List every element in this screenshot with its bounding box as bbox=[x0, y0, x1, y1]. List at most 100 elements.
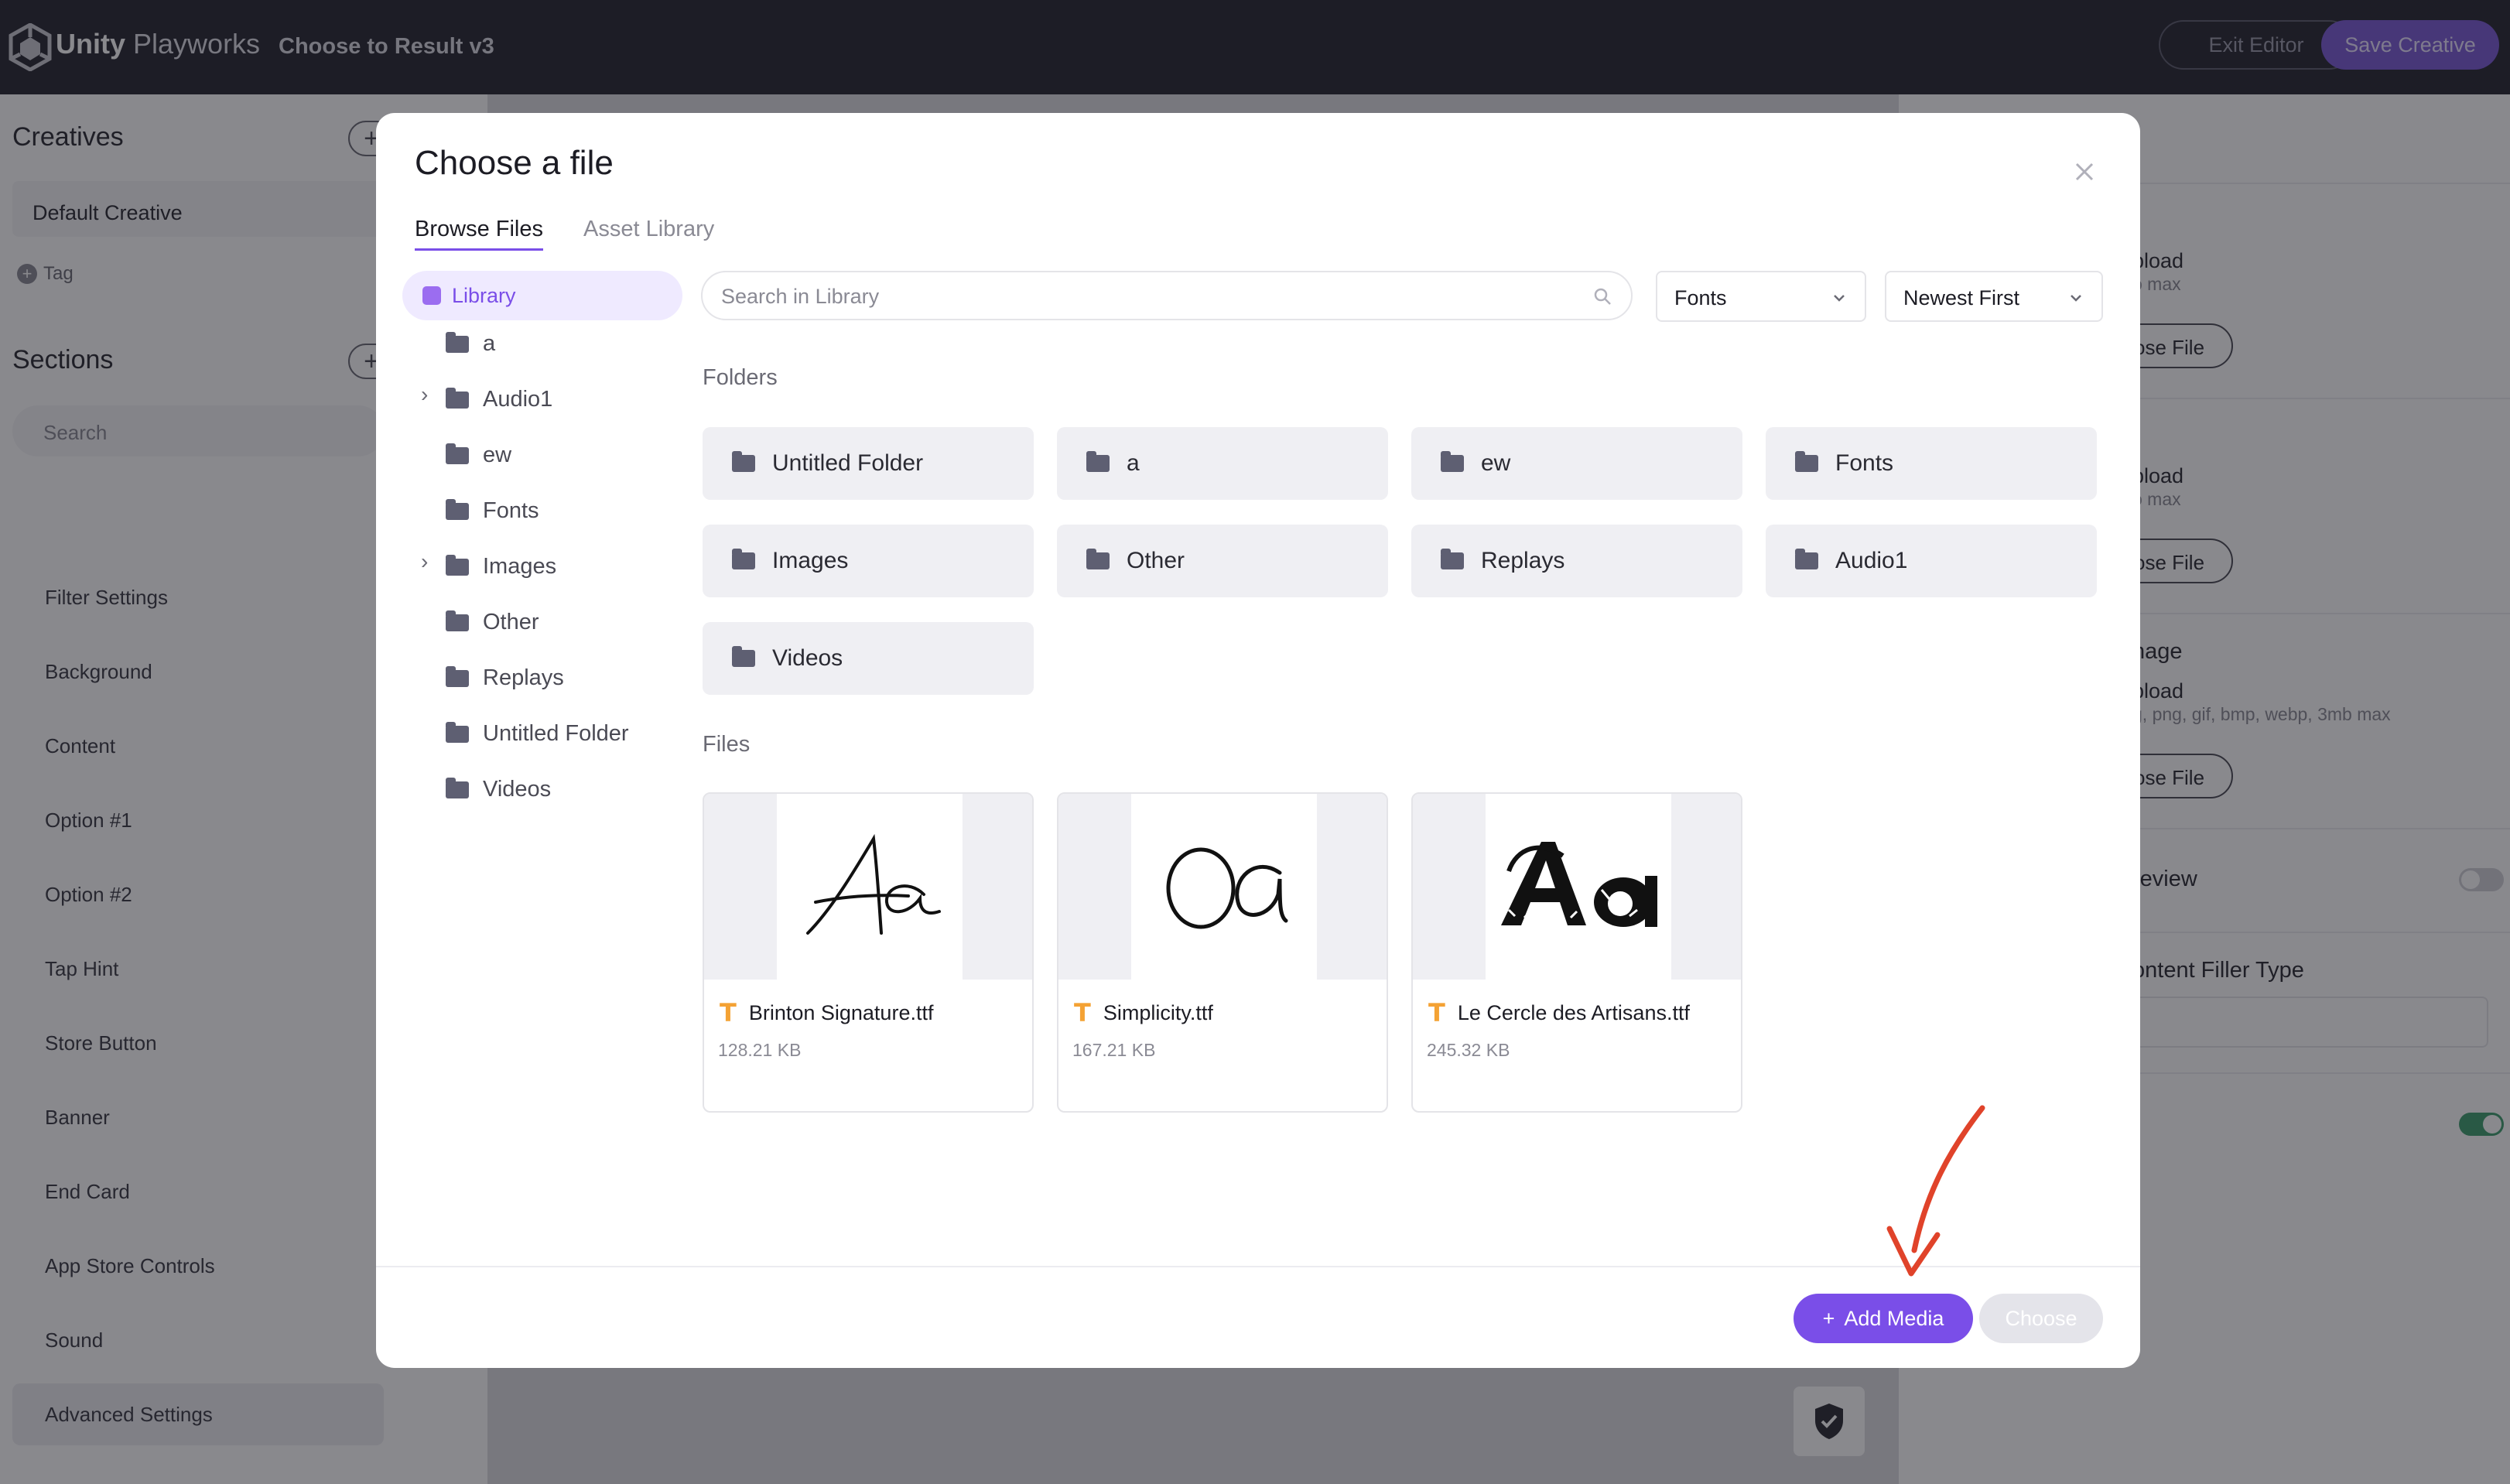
folders-section-label: Folders bbox=[703, 365, 778, 390]
folder-tile-label: Audio1 bbox=[1835, 548, 1908, 573]
folder-tile-untitled-folder[interactable]: Untitled Folder bbox=[703, 427, 1034, 500]
tree-item-label: Library bbox=[452, 283, 516, 307]
tree-item-label: Fonts bbox=[483, 498, 539, 523]
folder-icon bbox=[446, 387, 469, 409]
file-size: 167.21 KB bbox=[1072, 1040, 1156, 1060]
modal-title: Choose a file bbox=[415, 144, 614, 182]
folder-tile-label: Videos bbox=[772, 645, 843, 671]
font-file-icon: T bbox=[1074, 998, 1091, 1028]
folder-tile-label: a bbox=[1127, 450, 1140, 476]
font-file-icon: T bbox=[720, 998, 737, 1028]
folder-icon bbox=[446, 721, 469, 743]
folder-tile-label: Images bbox=[772, 548, 849, 573]
tab-asset-library[interactable]: Asset Library bbox=[583, 217, 714, 242]
tree-item-videos[interactable]: Videos bbox=[446, 777, 551, 802]
choose-button[interactable]: Choose bbox=[1979, 1294, 2103, 1343]
folder-tile-label: Fonts bbox=[1835, 450, 1894, 476]
chevron-right-icon[interactable]: › bbox=[421, 549, 428, 574]
tree-item-replays[interactable]: Replays bbox=[446, 665, 564, 691]
tree-item-a[interactable]: a bbox=[446, 331, 495, 357]
font-preview bbox=[704, 794, 1032, 980]
font-preview-glyphs bbox=[1166, 847, 1288, 929]
file-name: T Brinton Signature.ttf bbox=[720, 998, 933, 1028]
annotation-arrow-icon bbox=[1886, 1105, 1985, 1277]
folder-icon bbox=[446, 610, 469, 631]
folder-icon bbox=[1441, 549, 1464, 569]
tree-item-label: Images bbox=[483, 554, 557, 579]
folder-tile-videos[interactable]: Videos bbox=[703, 622, 1034, 695]
files-section-label: Files bbox=[703, 732, 751, 757]
tree-item-ew[interactable]: ew bbox=[446, 443, 511, 468]
tree-item-untitled-folder[interactable]: Untitled Folder bbox=[446, 721, 629, 747]
folder-tile-a[interactable]: a bbox=[1057, 427, 1388, 500]
file-card[interactable]: T Le Cercle des Artisans.ttf 245.32 KB bbox=[1411, 792, 1742, 1113]
plus-icon: + bbox=[1822, 1306, 1835, 1330]
folder-tile-label: Other bbox=[1127, 548, 1185, 573]
folder-icon bbox=[1086, 451, 1110, 472]
sort-value: Newest First bbox=[1903, 286, 2020, 309]
folder-tile-other[interactable]: Other bbox=[1057, 525, 1388, 597]
sort-select[interactable]: Newest First bbox=[1885, 271, 2103, 322]
folder-icon bbox=[446, 777, 469, 798]
file-name-text: Simplicity.ttf bbox=[1103, 1000, 1213, 1024]
folder-icon bbox=[732, 549, 755, 569]
folder-tile-fonts[interactable]: Fonts bbox=[1766, 427, 2097, 500]
folder-icon bbox=[732, 646, 755, 667]
font-preview-glyphs bbox=[1501, 842, 1657, 927]
tree-item-images[interactable]: Images bbox=[446, 554, 556, 580]
search-icon bbox=[1594, 288, 1611, 305]
tab-browse-files[interactable]: Browse Files bbox=[415, 217, 543, 251]
file-name: T Simplicity.ttf bbox=[1074, 998, 1213, 1028]
folder-icon bbox=[1795, 549, 1818, 569]
file-card[interactable]: T Brinton Signature.ttf 128.21 KB bbox=[703, 792, 1034, 1113]
tree-item-label: Other bbox=[483, 610, 539, 634]
chevron-down-icon bbox=[1834, 295, 1845, 302]
folder-icon bbox=[732, 451, 755, 472]
add-media-button[interactable]: + Add Media bbox=[1794, 1294, 1973, 1343]
folder-icon bbox=[446, 665, 469, 687]
folder-tile-images[interactable]: Images bbox=[703, 525, 1034, 597]
tree-item-label: Untitled Folder bbox=[483, 721, 629, 746]
tree-item-label: Audio1 bbox=[483, 387, 553, 412]
folder-tile-replays[interactable]: Replays bbox=[1411, 525, 1742, 597]
library-icon bbox=[422, 286, 441, 305]
folder-tile-ew[interactable]: ew bbox=[1411, 427, 1742, 500]
chevron-down-icon bbox=[2071, 295, 2081, 302]
folder-icon bbox=[446, 331, 469, 353]
tree-item-fonts[interactable]: Fonts bbox=[446, 498, 539, 524]
folder-tile-label: ew bbox=[1481, 450, 1511, 476]
folder-icon bbox=[1795, 451, 1818, 472]
folder-icon bbox=[1441, 451, 1464, 472]
folder-icon bbox=[1086, 549, 1110, 569]
folder-tile-audio1[interactable]: Audio1 bbox=[1766, 525, 2097, 597]
library-search-input[interactable]: Search in Library bbox=[701, 271, 1633, 320]
search-placeholder: Search in Library bbox=[721, 285, 880, 308]
tree-item-label: Videos bbox=[483, 777, 552, 802]
file-name: T Le Cercle des Artisans.ttf bbox=[1428, 998, 1690, 1028]
folder-icon bbox=[446, 498, 469, 520]
file-name-text: Le Cercle des Artisans.ttf bbox=[1457, 1000, 1690, 1024]
font-preview-glyphs bbox=[806, 833, 941, 935]
tree-item-audio1[interactable]: Audio1 bbox=[446, 387, 552, 412]
tree-item-label: ew bbox=[483, 443, 512, 467]
folder-tile-label: Replays bbox=[1481, 548, 1565, 573]
close-icon[interactable] bbox=[2069, 156, 2100, 187]
tree-item-label: a bbox=[483, 331, 496, 356]
tree-item-label: Replays bbox=[483, 665, 564, 690]
chevron-right-icon[interactable]: › bbox=[421, 382, 428, 407]
folder-icon bbox=[446, 443, 469, 464]
type-filter-select[interactable]: Fonts bbox=[1656, 271, 1866, 322]
folder-icon bbox=[446, 554, 469, 576]
file-card[interactable]: T Simplicity.ttf 167.21 KB bbox=[1057, 792, 1388, 1113]
tree-item-other[interactable]: Other bbox=[446, 610, 539, 635]
font-preview bbox=[1058, 794, 1387, 980]
file-name-text: Brinton Signature.ttf bbox=[748, 1000, 934, 1024]
font-preview bbox=[1413, 794, 1741, 980]
type-filter-value: Fonts bbox=[1674, 286, 1727, 309]
font-file-icon: T bbox=[1428, 998, 1445, 1028]
folder-tile-label: Untitled Folder bbox=[772, 450, 924, 476]
file-size: 245.32 KB bbox=[1427, 1040, 1510, 1060]
tree-item-library[interactable]: Library bbox=[402, 271, 682, 320]
file-size: 128.21 KB bbox=[718, 1040, 802, 1060]
add-media-label: Add Media bbox=[1844, 1306, 1944, 1330]
